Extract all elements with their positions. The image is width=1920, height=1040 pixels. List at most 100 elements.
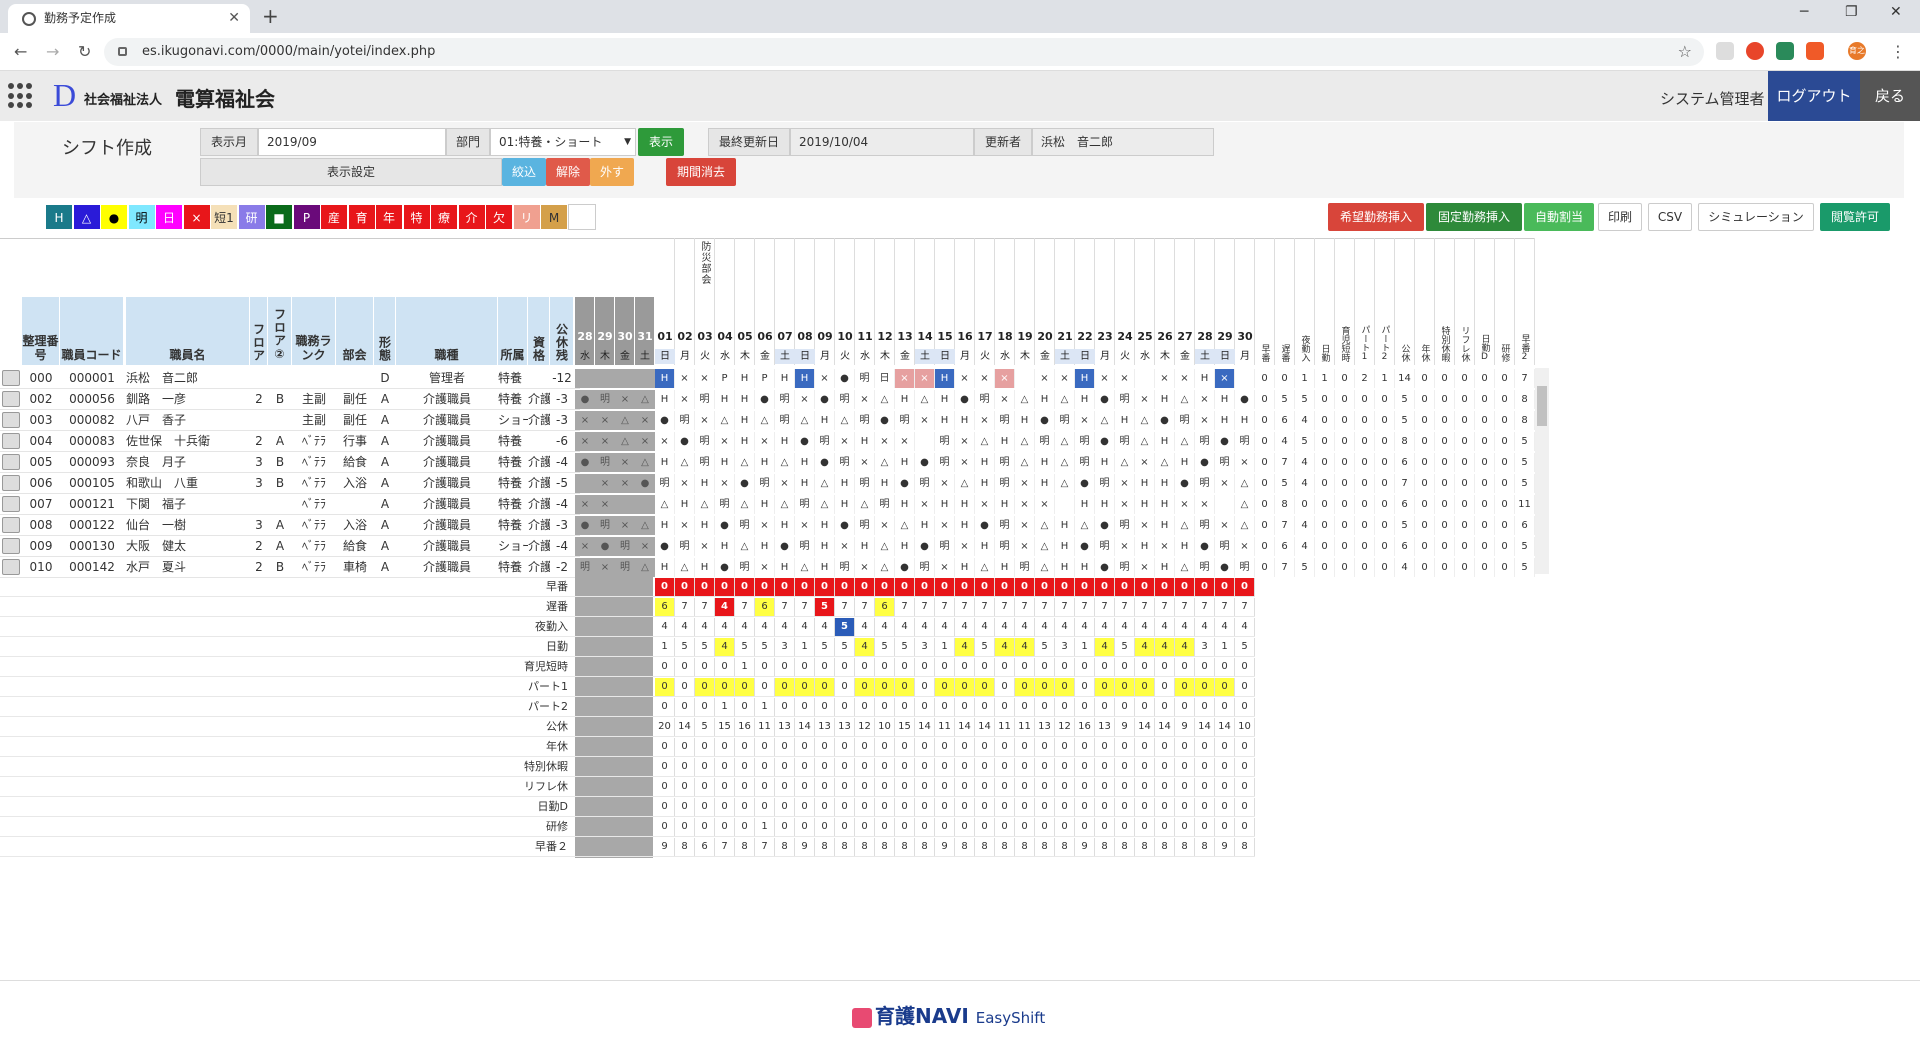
shift-cell[interactable]: ● [795,432,815,451]
shift-cell[interactable]: 明 [815,432,835,451]
shift-cell[interactable]: △ [875,537,895,556]
shift-cell[interactable]: × [935,474,955,493]
shift-cell[interactable]: 明 [1095,474,1115,493]
shift-cell[interactable]: H [1195,369,1215,388]
shift-cell[interactable]: ● [815,390,835,409]
shift-cell[interactable]: × [695,537,715,556]
shift-cell[interactable]: × [1155,369,1175,388]
dept-select[interactable]: 01:特養・ショート ▼ [490,128,636,156]
csv-button[interactable]: CSV [1648,203,1692,231]
palette-swatch[interactable]: H [45,204,73,230]
shift-cell[interactable] [1015,369,1035,388]
show-button[interactable]: 表示 [638,128,684,156]
shift-cell[interactable]: 明 [755,474,775,493]
shift-cell[interactable]: 明 [735,558,755,577]
shift-cell[interactable]: 明 [835,558,855,577]
shift-cell[interactable]: × [1035,369,1055,388]
shift-cell[interactable]: ● [975,516,995,535]
shift-cell[interactable]: △ [1115,453,1135,472]
shift-cell[interactable]: △ [975,558,995,577]
shift-cell[interactable]: H [815,558,835,577]
back-arrow-icon[interactable]: ← [14,42,27,61]
shift-cell[interactable]: 明 [1195,432,1215,451]
shift-cell[interactable]: H [655,453,675,472]
shift-cell[interactable]: 明 [855,411,875,430]
shift-cell[interactable]: H [955,411,975,430]
address-bar[interactable]: es.ikugonavi.com/0000/main/yotei/index.p… [104,38,1704,66]
shift-cell[interactable]: H [735,432,755,451]
shift-cell[interactable]: H [1035,474,1055,493]
shift-cell[interactable]: △ [1095,411,1115,430]
shift-cell[interactable]: △ [1035,516,1055,535]
close-window-icon[interactable]: ✕ [1890,4,1902,20]
shift-cell[interactable]: × [855,390,875,409]
shift-cell[interactable]: △ [1035,558,1055,577]
shift-cell[interactable]: 明 [1015,558,1035,577]
row-select-button[interactable] [2,433,20,449]
shift-cell[interactable]: ● [1095,558,1115,577]
staff-row[interactable]: 000 000001 浜松 音二郎 D 管理者 特養 -12 [0,368,580,389]
shift-cell[interactable]: 明 [855,369,875,388]
shift-cell[interactable]: 明 [695,432,715,451]
shift-cell[interactable]: H [1035,390,1055,409]
row-select-button[interactable] [2,475,20,491]
palette-swatch[interactable] [567,204,596,230]
shift-cell[interactable]: H [655,390,675,409]
shift-cell[interactable]: ● [815,453,835,472]
shift-cell[interactable]: H [715,453,735,472]
shift-cell[interactable]: 明 [775,411,795,430]
shift-cell[interactable]: △ [695,495,715,514]
shift-cell[interactable]: 明 [1235,432,1255,451]
shift-cell[interactable]: H [655,516,675,535]
shift-cell[interactable]: 明 [1075,453,1095,472]
shift-cell[interactable]: × [875,516,895,535]
shift-cell[interactable]: H [1135,495,1155,514]
palette-swatch[interactable]: 育 [347,204,376,230]
shift-cell[interactable]: △ [735,495,755,514]
shift-cell[interactable]: H [695,474,715,493]
shift-cell[interactable]: H [935,495,955,514]
shift-cell[interactable]: 明 [1115,516,1135,535]
shift-cell[interactable]: × [955,369,975,388]
shift-cell[interactable]: 明 [995,516,1015,535]
shift-cell[interactable]: △ [1055,390,1075,409]
shift-cell[interactable] [1215,495,1235,514]
shift-cell[interactable]: 明 [1035,432,1055,451]
shift-cell[interactable]: × [1195,411,1215,430]
shift-cell[interactable]: △ [815,474,835,493]
shift-cell[interactable]: △ [1075,516,1095,535]
vertical-scrollbar[interactable] [1535,368,1549,574]
shift-cell[interactable]: × [995,369,1015,388]
shift-cell[interactable]: 明 [995,474,1015,493]
shift-cell[interactable]: × [1095,369,1115,388]
shift-cell[interactable]: H [1075,369,1095,388]
shift-cell[interactable]: 明 [935,453,955,472]
shift-cell[interactable]: × [915,369,935,388]
shift-cell[interactable]: ● [915,537,935,556]
shift-cell[interactable]: × [675,390,695,409]
shift-cell[interactable]: H [1155,558,1175,577]
shift-cell[interactable]: H [1155,474,1175,493]
palette-swatch[interactable]: 介 [457,204,486,230]
shift-cell[interactable]: ● [715,516,735,535]
row-select-button[interactable] [2,517,20,533]
shift-cell[interactable]: × [955,432,975,451]
shift-cell[interactable]: 明 [995,537,1015,556]
shift-cell[interactable]: H [775,516,795,535]
shift-cell[interactable]: △ [1055,474,1075,493]
shift-cell[interactable]: ● [1075,537,1095,556]
palette-swatch[interactable]: リ [512,204,541,230]
shift-cell[interactable]: × [1235,537,1255,556]
shift-cell[interactable]: △ [1015,390,1035,409]
shift-cell[interactable]: H [1095,453,1115,472]
shift-cell[interactable]: × [835,432,855,451]
shift-cell[interactable]: △ [675,558,695,577]
release-button[interactable]: 解除 [546,158,590,186]
shift-cell[interactable]: H [855,432,875,451]
shift-cell[interactable]: 明 [655,474,675,493]
shift-cell[interactable]: 明 [1195,474,1215,493]
shift-cell[interactable]: H [675,495,695,514]
shift-cell[interactable]: 明 [675,537,695,556]
shift-cell[interactable]: H [975,474,995,493]
shift-cell[interactable]: △ [915,390,935,409]
